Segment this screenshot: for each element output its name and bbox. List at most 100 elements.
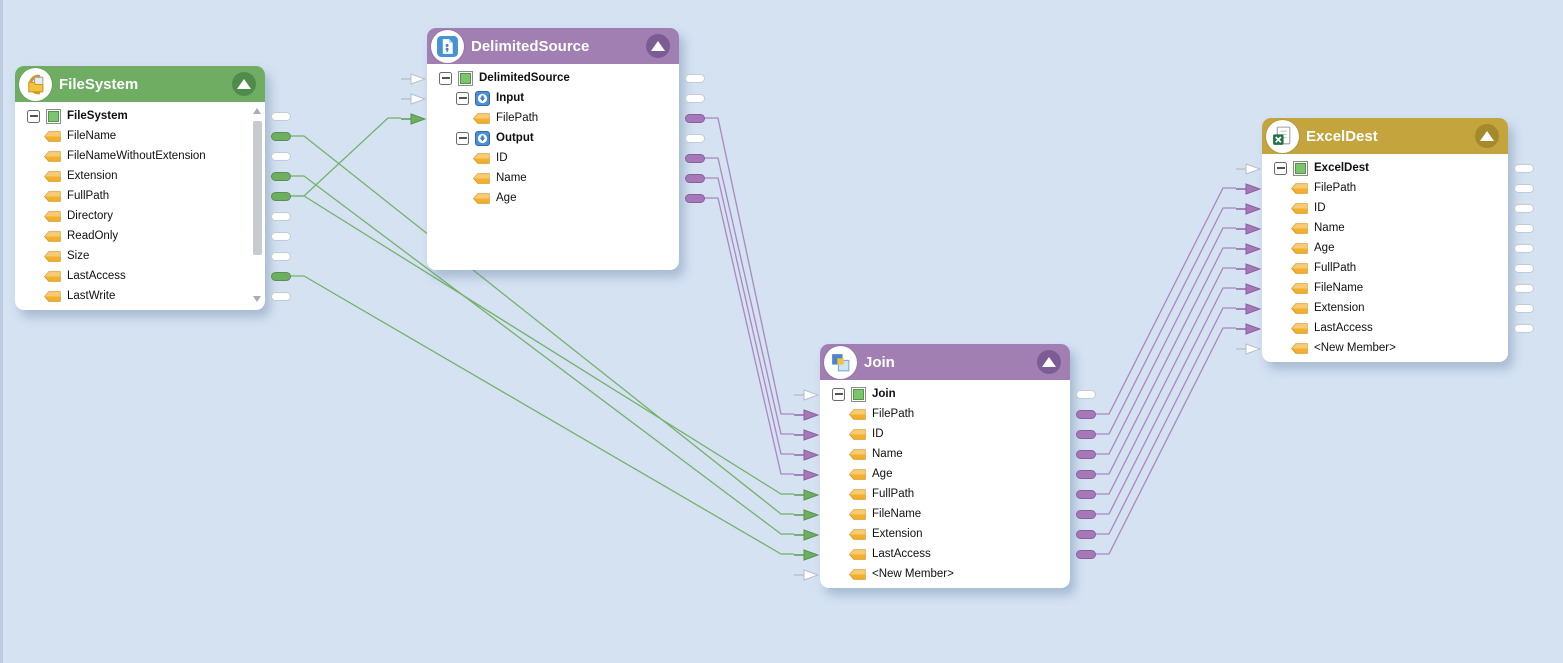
collapse-button[interactable] (1475, 124, 1499, 148)
input-port-arrow[interactable] (1235, 202, 1261, 220)
tree-row[interactable]: ID (820, 424, 1070, 444)
input-port-arrow[interactable] (793, 388, 819, 406)
input-port-arrow[interactable] (1235, 302, 1261, 320)
output-port[interactable] (1514, 164, 1534, 173)
scrollbar-up-arrow-icon[interactable] (253, 108, 261, 114)
tree-row[interactable]: FileSystem (15, 106, 265, 126)
output-port[interactable] (685, 74, 705, 83)
tree-row[interactable]: ReadOnly (15, 226, 265, 246)
input-port-arrow[interactable] (1235, 322, 1261, 340)
input-port-arrow[interactable] (793, 448, 819, 466)
tree-row[interactable]: Extension (820, 524, 1070, 544)
input-port-arrow[interactable] (793, 408, 819, 426)
collapse-minus-icon[interactable] (456, 92, 469, 105)
tree-row[interactable]: FileName (820, 504, 1070, 524)
output-port[interactable] (1514, 304, 1534, 313)
input-port-arrow[interactable] (400, 72, 426, 90)
output-port[interactable] (271, 112, 291, 121)
collapse-minus-icon[interactable] (27, 110, 40, 123)
tree-row[interactable]: Size (15, 246, 265, 266)
tree-row[interactable]: FilePath (820, 404, 1070, 424)
output-port[interactable] (685, 134, 705, 143)
input-port-arrow[interactable] (1235, 342, 1261, 360)
input-port-arrow[interactable] (793, 548, 819, 566)
tree-row[interactable]: LastWrite (15, 286, 265, 306)
output-port[interactable] (685, 194, 705, 203)
node-header[interactable]: Join (820, 344, 1070, 380)
output-port[interactable] (1514, 224, 1534, 233)
tree-row[interactable]: FileName (15, 126, 265, 146)
output-port[interactable] (1076, 470, 1096, 479)
output-port[interactable] (685, 94, 705, 103)
collapse-button[interactable] (646, 34, 670, 58)
node-filesystem[interactable]: FileSystemFileSystemFileNameFileNameWith… (15, 66, 265, 310)
output-port[interactable] (685, 154, 705, 163)
output-port[interactable] (271, 292, 291, 301)
tree-row[interactable]: <New Member> (820, 564, 1070, 584)
node-join[interactable]: JoinJoinFilePathIDNameAgeFullPathFileNam… (820, 344, 1070, 588)
collapse-minus-icon[interactable] (832, 388, 845, 401)
tree-row[interactable]: ID (1262, 198, 1508, 218)
vertical-scrollbar[interactable] (252, 106, 262, 304)
input-port-arrow[interactable] (1235, 182, 1261, 200)
tree-row[interactable]: LastAccess (15, 266, 265, 286)
output-port[interactable] (1076, 390, 1096, 399)
tree-row[interactable]: DelimitedSource (427, 68, 679, 88)
output-port[interactable] (1076, 430, 1096, 439)
tree-row[interactable]: Output (427, 128, 679, 148)
output-port[interactable] (1514, 184, 1534, 193)
tree-row[interactable]: LastAccess (1262, 318, 1508, 338)
tree-row[interactable]: FullPath (820, 484, 1070, 504)
output-port[interactable] (1514, 324, 1534, 333)
tree-row[interactable]: Age (427, 188, 679, 208)
output-port[interactable] (1514, 264, 1534, 273)
collapse-minus-icon[interactable] (1274, 162, 1287, 175)
input-port-arrow[interactable] (400, 92, 426, 110)
input-port-arrow[interactable] (793, 508, 819, 526)
tree-row[interactable]: Age (1262, 238, 1508, 258)
tree-row[interactable]: FullPath (1262, 258, 1508, 278)
node-header[interactable]: DelimitedSource (427, 28, 679, 64)
scrollbar-down-arrow-icon[interactable] (253, 296, 261, 302)
node-delimitedsource[interactable]: DelimitedSourceDelimitedSourceInputFileP… (427, 28, 679, 270)
output-port[interactable] (271, 132, 291, 141)
tree-row[interactable]: FileNameWithoutExtension (15, 146, 265, 166)
tree-row[interactable]: FilePath (1262, 178, 1508, 198)
output-port[interactable] (685, 114, 705, 123)
tree-row[interactable]: FilePath (427, 108, 679, 128)
input-port-arrow[interactable] (1235, 222, 1261, 240)
collapse-button[interactable] (1037, 350, 1061, 374)
output-port[interactable] (1514, 204, 1534, 213)
tree-row[interactable]: Name (820, 444, 1070, 464)
collapse-button[interactable] (232, 72, 256, 96)
input-port-arrow[interactable] (1235, 262, 1261, 280)
tree-row[interactable]: Name (1262, 218, 1508, 238)
scrollbar-thumb[interactable] (253, 121, 262, 255)
tree-row[interactable]: FullPath (15, 186, 265, 206)
output-port[interactable] (1076, 450, 1096, 459)
input-port-arrow[interactable] (1235, 242, 1261, 260)
output-port[interactable] (1514, 244, 1534, 253)
tree-row[interactable]: <New Member> (1262, 338, 1508, 358)
node-header[interactable]: FileSystem (15, 66, 265, 102)
output-port[interactable] (1076, 510, 1096, 519)
tree-row[interactable]: ID (427, 148, 679, 168)
input-port-arrow[interactable] (793, 568, 819, 586)
tree-row[interactable]: Age (820, 464, 1070, 484)
output-port[interactable] (271, 172, 291, 181)
output-port[interactable] (1076, 530, 1096, 539)
output-port[interactable] (271, 192, 291, 201)
tree-row[interactable]: LastAccess (820, 544, 1070, 564)
input-port-arrow[interactable] (793, 488, 819, 506)
output-port[interactable] (685, 174, 705, 183)
tree-row[interactable]: FileName (1262, 278, 1508, 298)
input-port-arrow[interactable] (1235, 162, 1261, 180)
tree-row[interactable]: Name (427, 168, 679, 188)
output-port[interactable] (271, 232, 291, 241)
output-port[interactable] (271, 272, 291, 281)
output-port[interactable] (1076, 550, 1096, 559)
collapse-minus-icon[interactable] (439, 72, 452, 85)
tree-row[interactable]: Input (427, 88, 679, 108)
input-port-arrow[interactable] (1235, 282, 1261, 300)
tree-row[interactable]: ExcelDest (1262, 158, 1508, 178)
